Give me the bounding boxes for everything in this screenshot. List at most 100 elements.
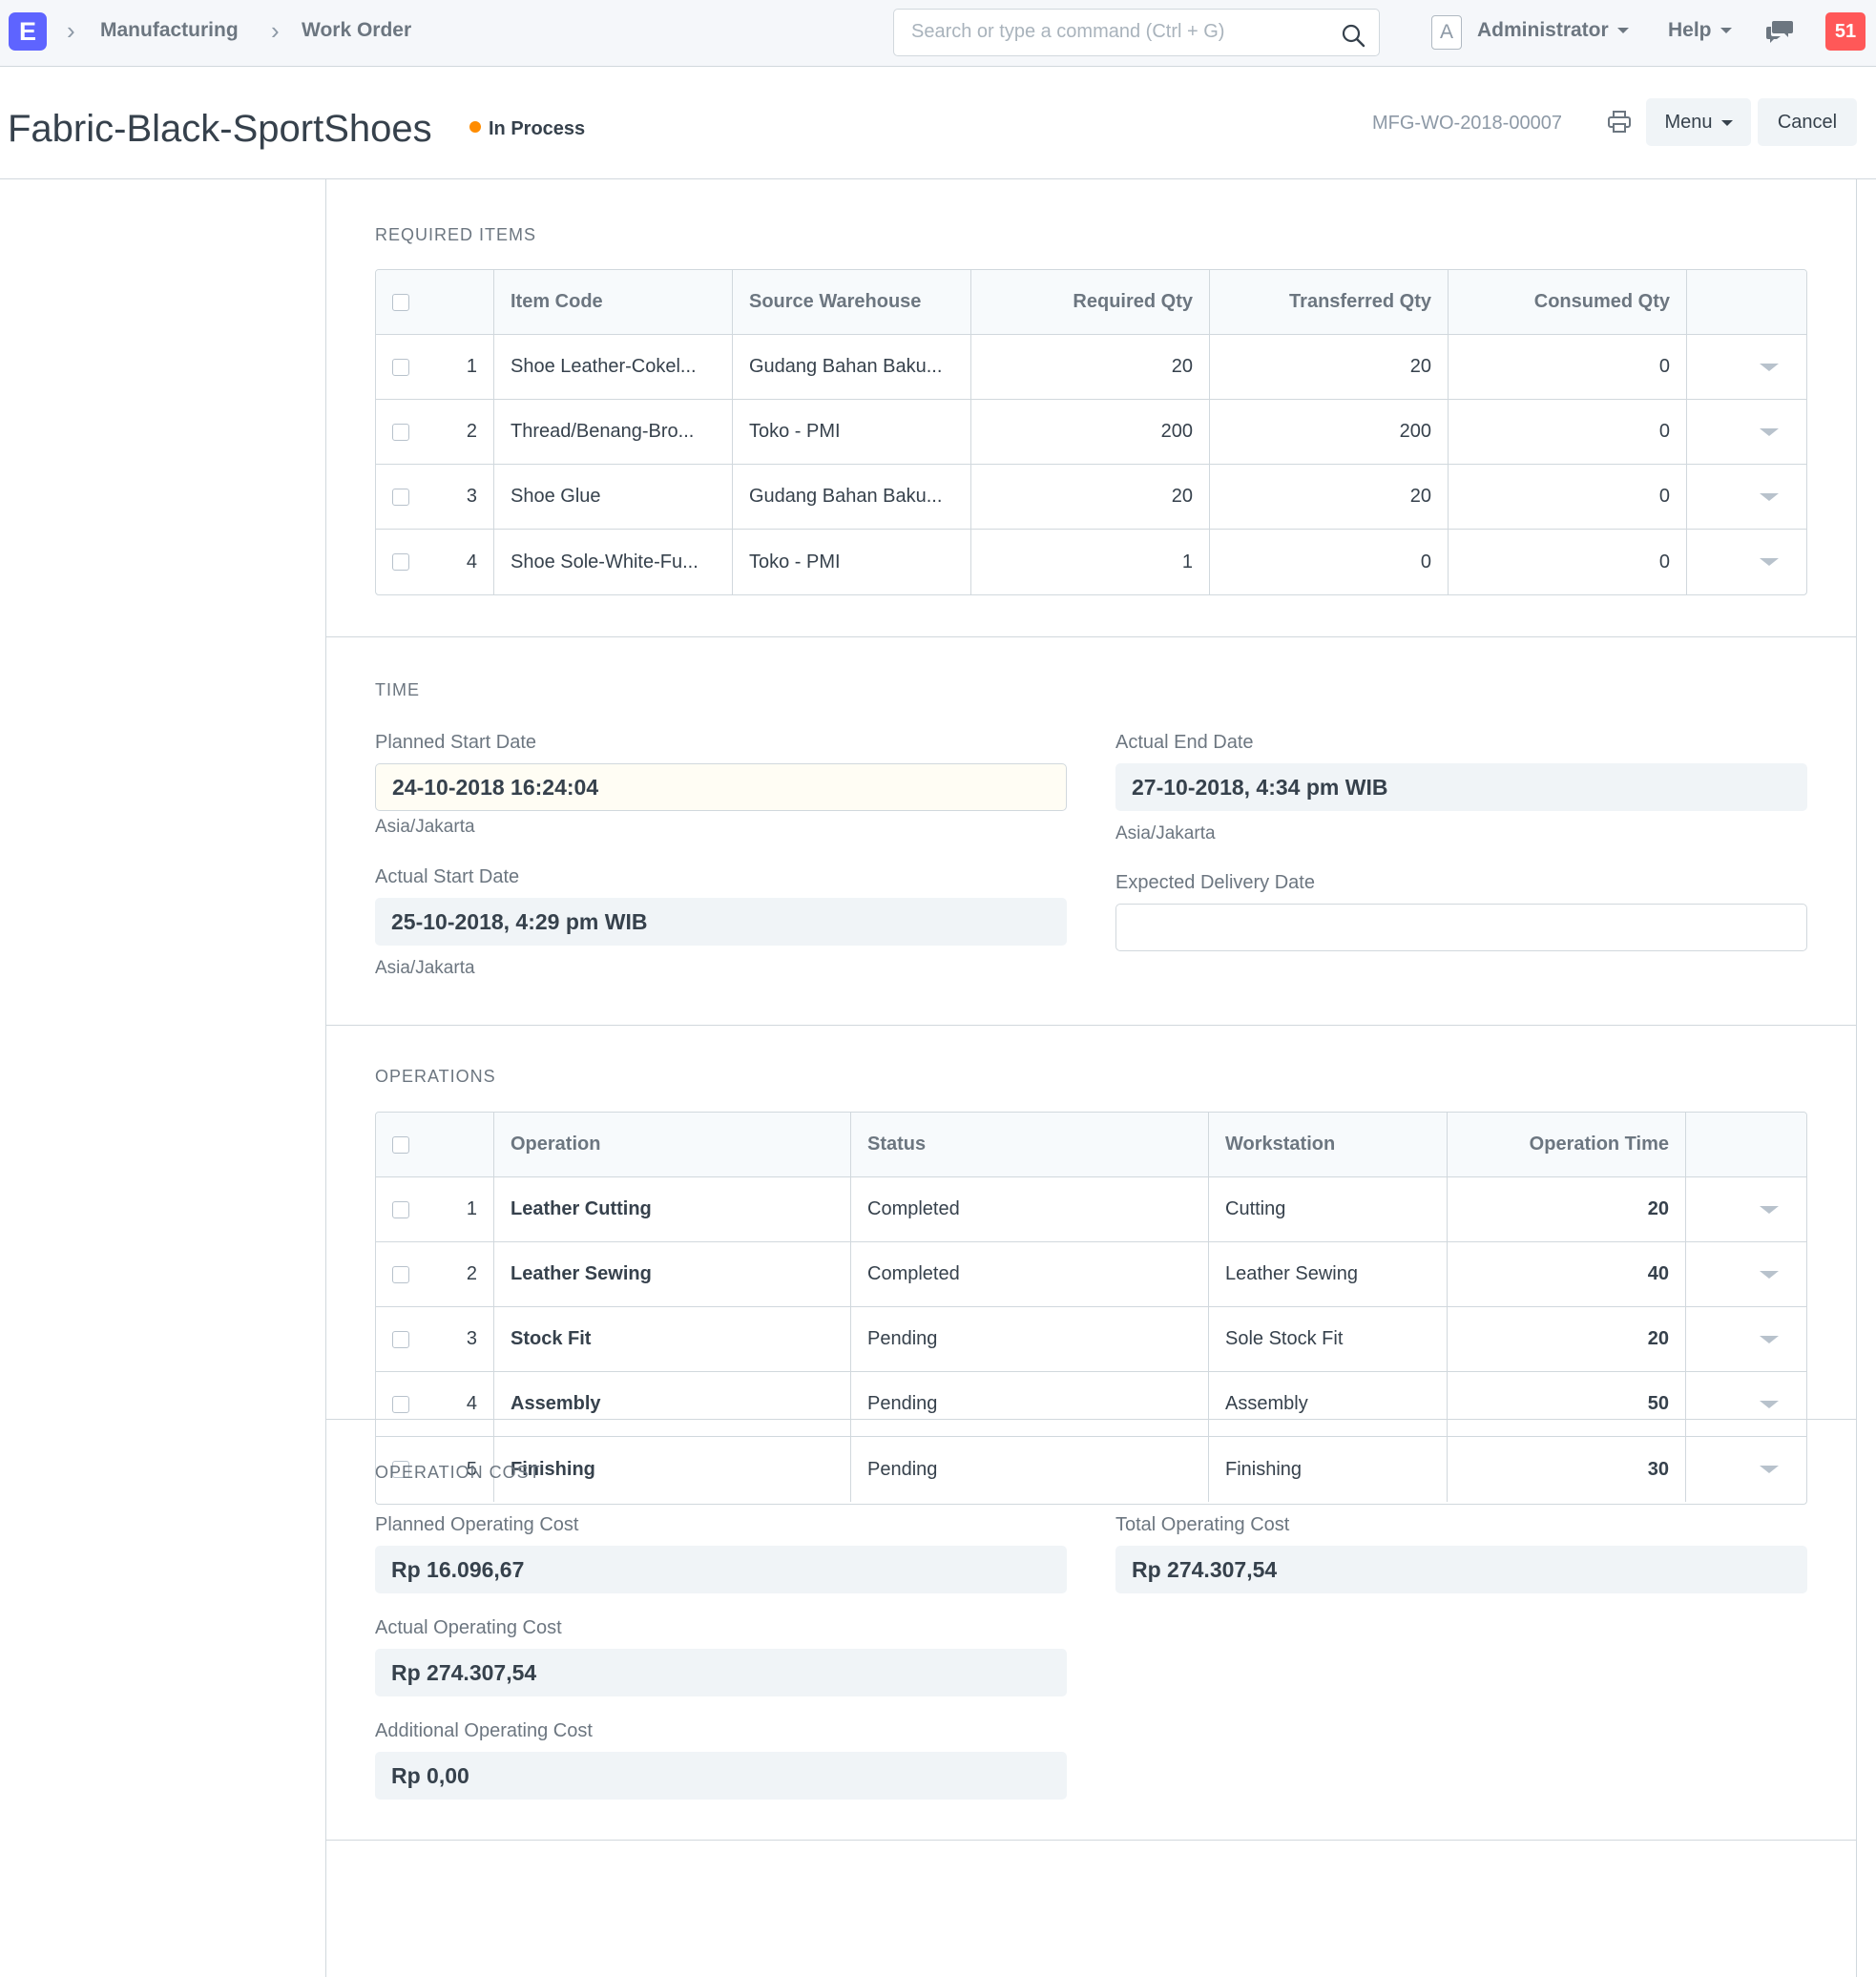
caret-down-icon[interactable] bbox=[1760, 363, 1779, 371]
row-checkbox[interactable] bbox=[392, 1265, 409, 1283]
item-code-cell[interactable]: Shoe Glue bbox=[494, 465, 733, 529]
select-all-checkbox[interactable] bbox=[392, 1135, 409, 1154]
required-qty-cell[interactable]: 20 bbox=[971, 335, 1210, 399]
timezone-text: Asia/Jakarta bbox=[375, 817, 475, 837]
row-edit-cell[interactable] bbox=[1686, 1177, 1806, 1241]
print-icon[interactable] bbox=[1607, 110, 1632, 135]
transferred-qty-cell[interactable]: 20 bbox=[1210, 335, 1449, 399]
row-edit-cell[interactable] bbox=[1686, 1307, 1806, 1371]
warehouse-cell[interactable]: Toko - PMI bbox=[733, 400, 971, 464]
caret-down-icon[interactable] bbox=[1760, 1335, 1779, 1343]
operation-time-cell[interactable]: 20 bbox=[1448, 1307, 1686, 1371]
transferred-qty-cell[interactable]: 0 bbox=[1210, 530, 1449, 594]
select-all-checkbox[interactable] bbox=[392, 293, 409, 311]
row-index: 4 bbox=[466, 551, 477, 572]
operation-cell[interactable]: Leather Sewing bbox=[494, 1242, 851, 1306]
transferred-qty-cell[interactable]: 200 bbox=[1210, 400, 1449, 464]
table-row[interactable]: 1 Shoe Leather-Cokel... Gudang Bahan Bak… bbox=[376, 335, 1806, 400]
required-qty-cell[interactable]: 200 bbox=[971, 400, 1210, 464]
operation-cost-section: OPERATION COST Planned Operating Cost Rp… bbox=[326, 1420, 1856, 1841]
column-header[interactable]: Status bbox=[851, 1113, 1209, 1176]
operation-cell[interactable]: Stock Fit bbox=[494, 1307, 851, 1371]
table-row[interactable]: 2 Leather Sewing Completed Leather Sewin… bbox=[376, 1242, 1806, 1307]
column-header[interactable]: Operation Time bbox=[1448, 1113, 1686, 1176]
consumed-qty-cell[interactable]: 0 bbox=[1449, 400, 1687, 464]
help-menu[interactable]: Help bbox=[1668, 19, 1732, 42]
user-menu[interactable]: Administrator bbox=[1477, 19, 1629, 42]
caret-down-icon[interactable] bbox=[1760, 427, 1779, 436]
caret-down-icon[interactable] bbox=[1760, 1400, 1779, 1408]
actual-end-value: 27-10-2018, 4:34 pm WIB bbox=[1115, 763, 1807, 811]
caret-down-icon bbox=[1720, 28, 1732, 34]
table-row[interactable]: 1 Leather Cutting Completed Cutting 20 bbox=[376, 1177, 1806, 1242]
status-cell[interactable]: Pending bbox=[851, 1307, 1209, 1371]
expected-delivery-input[interactable] bbox=[1115, 904, 1807, 951]
item-code-cell[interactable]: Shoe Sole-White-Fu... bbox=[494, 530, 733, 594]
item-code-cell[interactable]: Thread/Benang-Bro... bbox=[494, 400, 733, 464]
workstation-cell[interactable]: Leather Sewing bbox=[1209, 1242, 1448, 1306]
transferred-qty-cell[interactable]: 20 bbox=[1210, 465, 1449, 529]
column-header[interactable]: Item Code bbox=[494, 270, 733, 334]
caret-down-icon[interactable] bbox=[1760, 1205, 1779, 1214]
required-qty-cell[interactable]: 20 bbox=[971, 465, 1210, 529]
column-header[interactable]: Source Warehouse bbox=[733, 270, 971, 334]
status-cell[interactable]: Completed bbox=[851, 1242, 1209, 1306]
row-checkbox[interactable] bbox=[392, 1330, 409, 1348]
table-row[interactable]: 3 Shoe Glue Gudang Bahan Baku... 20 20 0 bbox=[376, 465, 1806, 530]
consumed-qty-cell[interactable]: 0 bbox=[1449, 335, 1687, 399]
row-checkbox[interactable] bbox=[392, 423, 409, 441]
workstation-cell[interactable]: Cutting bbox=[1209, 1177, 1448, 1241]
app-logo[interactable]: E bbox=[9, 12, 47, 51]
row-checkbox[interactable] bbox=[392, 358, 409, 376]
row-checkbox[interactable] bbox=[392, 1200, 409, 1218]
planned-start-input[interactable]: 24-10-2018 16:24:04 bbox=[375, 763, 1067, 811]
caret-down-icon[interactable] bbox=[1760, 492, 1779, 501]
required-qty-cell[interactable]: 1 bbox=[971, 530, 1210, 594]
status-indicator: In Process bbox=[469, 115, 585, 142]
column-header[interactable]: Consumed Qty bbox=[1449, 270, 1687, 334]
row-edit-cell[interactable] bbox=[1687, 530, 1806, 594]
breadcrumb-manufacturing[interactable]: Manufacturing bbox=[100, 18, 239, 43]
operation-time-cell[interactable]: 20 bbox=[1448, 1177, 1686, 1241]
column-header[interactable]: Workstation bbox=[1209, 1113, 1448, 1176]
additional-cost-label: Additional Operating Cost bbox=[375, 1720, 593, 1741]
warehouse-cell[interactable]: Gudang Bahan Baku... bbox=[733, 465, 971, 529]
table-row[interactable]: 3 Stock Fit Pending Sole Stock Fit 20 bbox=[376, 1307, 1806, 1372]
row-edit-cell[interactable] bbox=[1686, 1242, 1806, 1306]
search-input[interactable]: Search or type a command (Ctrl + G) bbox=[893, 9, 1380, 56]
consumed-qty-cell[interactable]: 0 bbox=[1449, 465, 1687, 529]
row-checkbox[interactable] bbox=[392, 488, 409, 506]
avatar[interactable]: A bbox=[1431, 15, 1462, 50]
row-edit-cell[interactable] bbox=[1687, 335, 1806, 399]
warehouse-cell[interactable]: Gudang Bahan Baku... bbox=[733, 335, 971, 399]
row-checkbox[interactable] bbox=[392, 553, 409, 571]
row-index-cell: 2 bbox=[376, 400, 494, 464]
breadcrumb-work-order[interactable]: Work Order bbox=[302, 18, 411, 43]
workstation-cell[interactable]: Sole Stock Fit bbox=[1209, 1307, 1448, 1371]
warehouse-cell[interactable]: Toko - PMI bbox=[733, 530, 971, 594]
caret-down-icon[interactable] bbox=[1760, 1270, 1779, 1279]
operation-cell[interactable]: Leather Cutting bbox=[494, 1177, 851, 1241]
consumed-qty-cell[interactable]: 0 bbox=[1449, 530, 1687, 594]
menu-button[interactable]: Menu bbox=[1646, 98, 1751, 146]
additional-cost-value[interactable]: Rp 0,00 bbox=[375, 1752, 1067, 1800]
notification-badge[interactable]: 51 bbox=[1825, 12, 1866, 51]
row-edit-cell[interactable] bbox=[1687, 400, 1806, 464]
cancel-button[interactable]: Cancel bbox=[1758, 98, 1857, 146]
section-heading: REQUIRED ITEMS bbox=[375, 225, 537, 244]
required-items-section: REQUIRED ITEMS Item Code Source Warehous… bbox=[326, 179, 1856, 637]
column-header[interactable]: Required Qty bbox=[971, 270, 1210, 334]
chat-icon[interactable] bbox=[1765, 19, 1794, 44]
status-cell[interactable]: Completed bbox=[851, 1177, 1209, 1241]
table-row[interactable]: 2 Thread/Benang-Bro... Toko - PMI 200 20… bbox=[376, 400, 1806, 465]
select-all-cell bbox=[376, 1113, 494, 1176]
column-header[interactable]: Operation bbox=[494, 1113, 851, 1176]
table-row[interactable]: 4 Shoe Sole-White-Fu... Toko - PMI 1 0 0 bbox=[376, 530, 1806, 594]
caret-down-icon[interactable] bbox=[1760, 558, 1779, 566]
column-header-empty bbox=[1687, 270, 1806, 334]
column-header[interactable]: Transferred Qty bbox=[1210, 270, 1449, 334]
row-edit-cell[interactable] bbox=[1687, 465, 1806, 529]
item-code-cell[interactable]: Shoe Leather-Cokel... bbox=[494, 335, 733, 399]
operation-time-cell[interactable]: 40 bbox=[1448, 1242, 1686, 1306]
row-checkbox[interactable] bbox=[392, 1395, 409, 1413]
